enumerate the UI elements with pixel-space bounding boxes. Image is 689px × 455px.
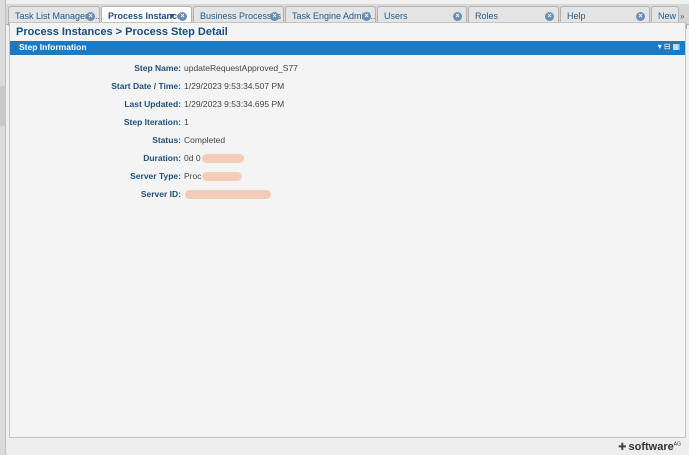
section-title: Step Information	[19, 42, 87, 52]
field-label: Server Type:	[130, 171, 181, 181]
field-value-group	[184, 189, 271, 200]
close-icon[interactable]: ×	[362, 12, 371, 21]
section-controls: ▾⊟▦	[658, 42, 682, 51]
field-label: Last Updated:	[124, 99, 181, 109]
field-value: 1/29/2023 9:53:34.695 PM	[184, 99, 285, 109]
logo-text: software	[628, 441, 674, 453]
field-status: Status: Completed	[10, 135, 685, 149]
field-value: Proc	[184, 171, 202, 181]
close-icon[interactable]: ×	[270, 12, 279, 21]
breadcrumb: Process Instances > Process Step Detail	[16, 26, 228, 38]
field-value: 1/29/2023 9:53:34.507 PM	[184, 81, 285, 91]
field-last-updated: Last Updated: 1/29/2023 9:53:34.695 PM	[10, 99, 685, 113]
field-label: Step Name:	[134, 63, 181, 73]
left-edge-strip	[0, 0, 6, 455]
field-value: updateRequestApproved_S77	[184, 63, 298, 73]
double-chevron-right-icon[interactable]: »	[680, 12, 689, 22]
field-label: Duration:	[143, 153, 181, 163]
app-window: Task List Managem... × Process Instances…	[0, 0, 689, 455]
tab-label: New	[658, 11, 677, 21]
close-icon[interactable]: ×	[545, 12, 554, 21]
field-server-id: Server ID:	[10, 189, 685, 203]
field-duration: Duration: 0d 0	[10, 153, 685, 167]
field-step-iteration: Step Iteration: 1	[10, 117, 685, 131]
field-value: 1	[184, 117, 189, 127]
field-value-group: 0d 0	[184, 153, 244, 164]
tab-label: Business Processes	[200, 11, 282, 21]
close-icon[interactable]: ×	[636, 12, 645, 21]
close-icon[interactable]: ×	[453, 12, 462, 21]
tab-label: Help	[567, 11, 586, 21]
redaction-mark	[185, 190, 271, 200]
field-value: 0d 0	[184, 153, 201, 163]
close-icon[interactable]: ×	[86, 12, 95, 21]
field-step-name: Step Name: updateRequestApproved_S77	[10, 63, 685, 77]
logo-suffix: AG	[673, 441, 681, 448]
software-ag-logo: ✚ softwareAG	[618, 441, 681, 453]
field-label: Server ID:	[140, 189, 181, 199]
field-server-type: Server Type: Proc	[10, 171, 685, 185]
left-edge-handle[interactable]	[0, 86, 6, 126]
grid-icon[interactable]: ▦	[672, 42, 682, 51]
tab-label: Users	[384, 11, 408, 21]
field-label: Step Iteration:	[123, 117, 181, 127]
main-panel: Process Instances > Process Step Detail …	[9, 22, 686, 438]
footer: ✚ softwareAG	[6, 438, 689, 455]
field-value-group: Proc	[184, 171, 243, 182]
redaction-mark	[202, 172, 243, 182]
field-label: Status:	[152, 135, 181, 145]
field-value: Completed	[184, 135, 226, 145]
section-header: Step Information ▾⊟▦	[10, 41, 685, 55]
field-label: Start Date / Time:	[111, 81, 181, 91]
close-icon[interactable]: ×	[178, 12, 187, 21]
redaction-mark	[201, 154, 244, 164]
tab-label: Process Instances	[108, 11, 188, 21]
tab-label: Roles	[475, 11, 499, 21]
field-start-date: Start Date / Time: 1/29/2023 9:53:34.507…	[10, 81, 685, 95]
logo-mark-icon: ✚	[618, 442, 627, 453]
